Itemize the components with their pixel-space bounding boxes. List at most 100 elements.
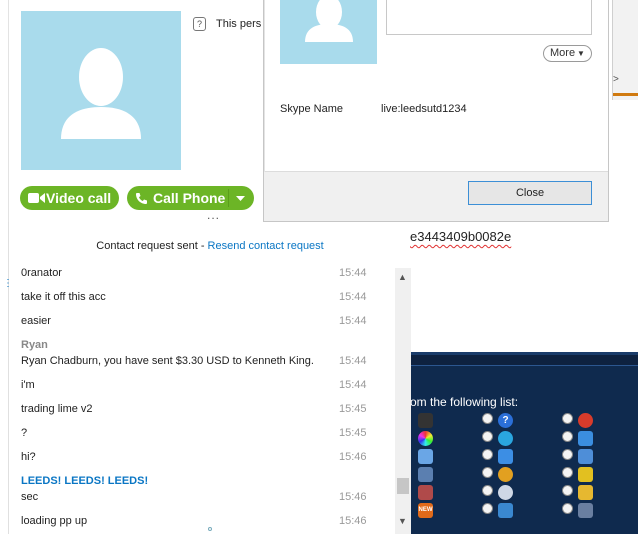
resize-handle[interactable] — [208, 527, 212, 531]
more-dots-handle[interactable]: ... — [207, 208, 220, 222]
side-dots-icon: ⋮ — [3, 278, 13, 289]
document-icon — [418, 449, 433, 464]
chevron-down-icon[interactable] — [236, 196, 245, 201]
video-camera-icon — [28, 193, 45, 203]
message-time: 15:44 — [339, 291, 367, 303]
puzzle-icon — [578, 467, 593, 482]
magnifier-icon — [578, 503, 593, 518]
stack-icon — [498, 449, 513, 464]
call-phone-label: Call Phone — [153, 190, 226, 206]
chat-message: ? — [21, 427, 28, 439]
message-time: 15:45 — [339, 403, 367, 415]
more-label: More — [550, 47, 576, 59]
chat-message: Ryan Chadburn, you have sent $3.30 USD t… — [21, 355, 314, 367]
disc-icon — [498, 485, 513, 500]
palette-icon — [498, 467, 513, 482]
skype-name-label: Skype Name — [280, 103, 343, 115]
chat-message: loading pp up — [21, 515, 88, 527]
contact-request-status: Contact request sent - — [96, 240, 208, 252]
default-avatar-icon — [61, 48, 141, 139]
message-time: 15:44 — [339, 379, 367, 391]
scroll-down-icon[interactable]: ▼ — [398, 516, 407, 526]
broom-icon — [418, 467, 433, 482]
radio-button[interactable] — [562, 449, 573, 460]
contact-request-text: Contact request sent - Resend contact re… — [9, 240, 411, 252]
sender-name: LEEDS! LEEDS! LEEDS! — [21, 475, 149, 487]
message-time: 15:45 — [339, 427, 367, 439]
radio-button[interactable] — [482, 449, 493, 460]
window-icon — [578, 449, 593, 464]
sender-name: Ryan — [21, 339, 48, 351]
coins-icon — [578, 485, 593, 500]
close-button[interactable]: Close — [468, 181, 592, 205]
alien-icon — [418, 413, 433, 428]
radio-button[interactable] — [562, 485, 573, 496]
background-right-scrollbar[interactable] — [612, 0, 638, 100]
resend-request-link[interactable]: Resend contact request — [208, 240, 324, 252]
radio-button[interactable] — [482, 467, 493, 478]
chat-panel: Contact request sent - Resend contact re… — [8, 222, 411, 534]
radio-button[interactable] — [562, 413, 573, 424]
default-avatar-icon — [305, 0, 353, 42]
chat-message: take it off this acc — [21, 291, 106, 303]
background-hash-text: e3443409b0082e — [410, 229, 512, 244]
chat-message: sec — [21, 491, 39, 503]
radio-button[interactable] — [562, 431, 573, 442]
window-edge — [8, 0, 9, 222]
background-list-panel: om the following list: ? NEW — [410, 352, 638, 534]
list-row — [410, 449, 638, 465]
list-row: NEW — [410, 503, 638, 519]
dialog-content: More ▼ Skype Name live:leedsutd1234 — [264, 0, 608, 172]
chat-bubbles-icon — [578, 431, 593, 446]
info-icon: ? — [193, 17, 206, 31]
radio-button[interactable] — [482, 413, 493, 424]
chat-message: easier — [21, 315, 51, 327]
list-row — [410, 485, 638, 501]
list-row — [410, 431, 638, 447]
color-wheel-icon — [418, 431, 433, 446]
chat-message: trading lime v2 — [21, 403, 93, 415]
phone-icon — [136, 193, 147, 204]
contact-request-bar: Contact request sent - Resend contact re… — [9, 222, 411, 266]
profile-dialog: More ▼ Skype Name live:leedsutd1234 Clos… — [263, 0, 609, 222]
chat-scrollbar[interactable]: ▲ ▼ — [395, 268, 411, 534]
radio-button[interactable] — [562, 467, 573, 478]
profile-info-text: This pers — [216, 18, 262, 30]
video-call-button[interactable]: Video call — [20, 186, 119, 210]
angry-face-icon — [578, 413, 593, 428]
chevron-down-icon: ▼ — [577, 49, 585, 58]
question-icon: ? — [498, 413, 513, 428]
message-time: 15:46 — [339, 491, 367, 503]
list-row: ? — [410, 413, 638, 429]
call-phone-button[interactable]: Call Phone — [127, 186, 254, 210]
background-orange-strip — [613, 93, 638, 96]
chat-message: hi? — [21, 451, 36, 463]
dialog-divider — [264, 0, 265, 172]
radio-button[interactable] — [482, 503, 493, 514]
cards-icon — [418, 485, 433, 500]
message-time: 15:46 — [339, 515, 367, 527]
background-list-title: om the following list: — [410, 395, 519, 409]
dialog-avatar — [280, 0, 377, 64]
message-time: 15:44 — [339, 355, 367, 367]
mood-textbox[interactable] — [386, 0, 592, 35]
radio-button[interactable] — [482, 431, 493, 442]
message-time: 15:44 — [339, 315, 367, 327]
scroll-thumb[interactable] — [397, 478, 409, 494]
contact-avatar — [21, 11, 181, 170]
scroll-up-icon[interactable]: ▲ — [398, 272, 407, 282]
chat-message: 0ranator — [21, 267, 62, 279]
new-badge-icon: NEW — [418, 503, 433, 518]
radio-button[interactable] — [562, 503, 573, 514]
radio-button[interactable] — [482, 485, 493, 496]
chat-message: i'm — [21, 379, 35, 391]
button-divider — [228, 189, 229, 207]
message-time: 15:46 — [339, 451, 367, 463]
message-time: 15:44 — [339, 267, 367, 279]
more-button[interactable]: More ▼ — [543, 45, 592, 62]
background-caret-icon: > — [613, 74, 619, 85]
skype-name-value: live:leedsutd1234 — [381, 103, 467, 115]
video-call-label: Video call — [46, 190, 112, 206]
speech-bubble-icon — [498, 431, 513, 446]
list-row — [410, 467, 638, 483]
